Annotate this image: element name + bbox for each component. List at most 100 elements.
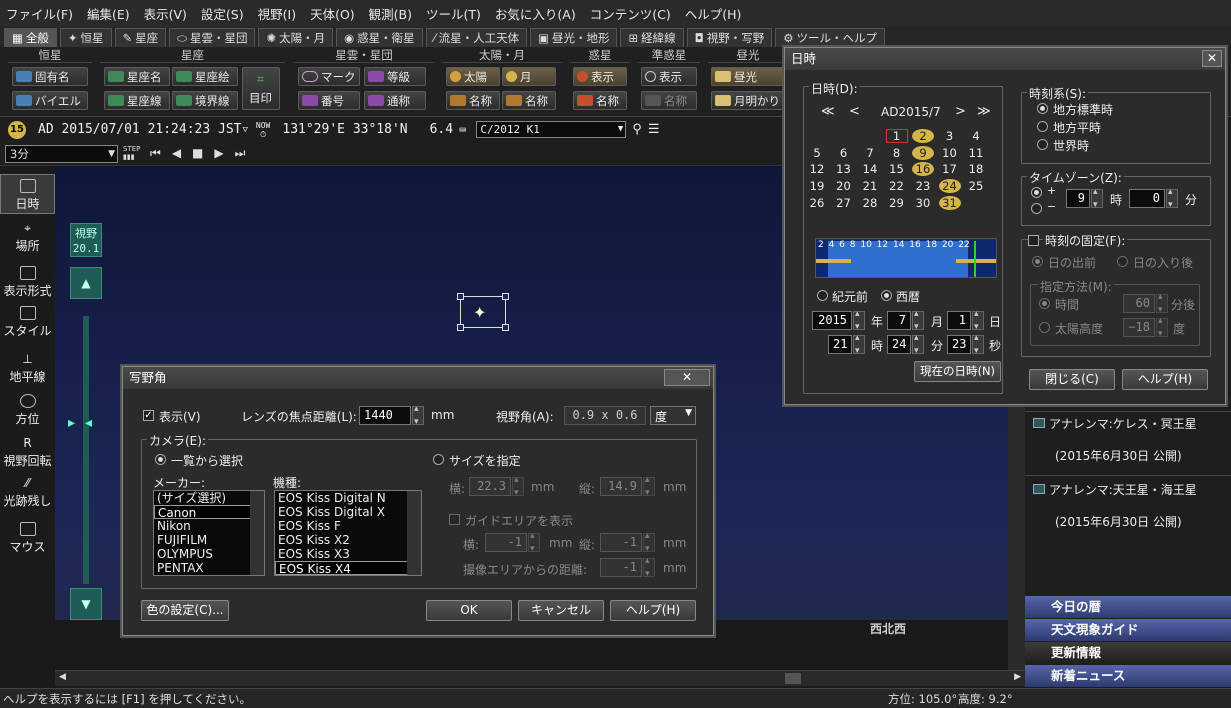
- scroll-left-icon[interactable]: ◀: [59, 672, 66, 682]
- sunset-radio[interactable]: [1117, 256, 1128, 267]
- method-altitude-input[interactable]: −18: [1123, 318, 1155, 337]
- time-step-select[interactable]: 3分 ▼: [5, 145, 118, 163]
- list-item[interactable]: PENTAX: [154, 561, 264, 575]
- sidebar-field-rotation[interactable]: R 視野回転: [0, 436, 55, 472]
- prev-year-button[interactable]: ≪: [821, 104, 835, 119]
- calendar-day[interactable]: 7: [859, 146, 881, 160]
- moon-name-button[interactable]: 名称: [502, 91, 556, 110]
- day-input[interactable]: 1: [947, 311, 971, 330]
- method-time-radio[interactable]: [1039, 298, 1050, 309]
- calendar-day[interactable]: 24: [938, 179, 961, 194]
- calendar-day[interactable]: 28: [859, 196, 881, 210]
- fov-frame[interactable]: ✦: [457, 293, 509, 331]
- menu-file[interactable]: ファイル(F): [6, 4, 73, 23]
- menu-help[interactable]: ヘルプ(H): [685, 4, 742, 23]
- utc-radio[interactable]: [1037, 139, 1048, 150]
- calendar-day[interactable]: 20: [833, 179, 855, 193]
- method-time-spinner[interactable]: [1156, 292, 1168, 315]
- calendar-day[interactable]: 25: [965, 179, 987, 193]
- method-time-input[interactable]: 60: [1123, 294, 1155, 313]
- second-spinner[interactable]: [972, 333, 984, 356]
- sidebar-display-format[interactable]: 表示形式: [0, 266, 55, 302]
- calendar-day[interactable]: 15: [886, 162, 908, 176]
- year-spinner[interactable]: [853, 309, 865, 332]
- calendar-day[interactable]: 1: [885, 129, 908, 143]
- minute-input[interactable]: 24: [887, 335, 911, 354]
- method-altitude-spinner[interactable]: [1156, 316, 1168, 339]
- calendar-day[interactable]: 29: [886, 196, 908, 210]
- calendar-day[interactable]: 23: [912, 179, 934, 193]
- height-input[interactable]: 14.9: [600, 477, 642, 496]
- calendar-day[interactable]: 11: [965, 146, 987, 160]
- fov-unit-select[interactable]: 度 ▼: [650, 406, 696, 425]
- zoom-slider-handle[interactable]: ▸◂: [68, 416, 104, 432]
- tab-news[interactable]: 新着ニュース: [1025, 665, 1231, 687]
- tab-grid[interactable]: ⊞ 経緯線: [620, 28, 684, 47]
- datetime-display[interactable]: AD 2015/07/01 21:24:23 JST: [38, 122, 242, 137]
- day-spinner[interactable]: [972, 309, 984, 332]
- color-settings-button[interactable]: 色の設定(C)...: [141, 600, 229, 621]
- calendar-day[interactable]: 4: [965, 129, 987, 143]
- calendar-day[interactable]: 10: [939, 146, 961, 160]
- tz-minute-spinner[interactable]: [1166, 187, 1178, 210]
- cancel-button[interactable]: キャンセル: [518, 600, 604, 621]
- menu-edit[interactable]: 編集(E): [87, 4, 130, 23]
- hour-bar[interactable]: 2 4 6 8 10 12 14 16 18 20 22: [815, 238, 997, 278]
- list-item[interactable]: EOS Kiss F: [275, 519, 421, 533]
- tab-sun-moon[interactable]: ✺ 太陽・月: [258, 28, 334, 47]
- height-spinner[interactable]: [643, 475, 655, 498]
- horizontal-scrollbar[interactable]: ◀ ▶: [55, 670, 1025, 686]
- second-input[interactable]: 23: [947, 335, 971, 354]
- guide-width-input[interactable]: -1: [485, 533, 527, 552]
- step-back-icon[interactable]: ◀: [172, 146, 192, 160]
- sidebar-mouse[interactable]: マウス: [0, 522, 55, 558]
- step-button[interactable]: STEP ▮▮▮: [123, 145, 140, 161]
- calendar-day[interactable]: 5: [806, 146, 828, 160]
- vertical-scrollbar[interactable]: [1008, 395, 1025, 670]
- landmark-button[interactable]: ⌗ 目印: [242, 67, 280, 110]
- sun-name-button[interactable]: 名称: [446, 91, 500, 110]
- focal-length-spinner[interactable]: [412, 404, 424, 427]
- tz-minute-input[interactable]: 0: [1129, 189, 1165, 208]
- from-list-radio[interactable]: [155, 454, 166, 465]
- minute-spinner[interactable]: [912, 333, 924, 356]
- constellation-art-button[interactable]: 星座絵: [172, 67, 238, 86]
- month-input[interactable]: 7: [887, 311, 911, 330]
- tab-meteors[interactable]: ⁄ 流星・人工天体: [425, 28, 528, 47]
- list-item[interactable]: EOS Kiss Digital N: [275, 491, 421, 505]
- close-icon[interactable]: ✕: [664, 369, 710, 386]
- sunrise-radio[interactable]: [1032, 256, 1043, 267]
- guide-area-checkbox[interactable]: [449, 514, 460, 525]
- width-spinner[interactable]: [512, 475, 524, 498]
- close-icon[interactable]: ✕: [1202, 50, 1222, 67]
- zoom-in-button[interactable]: ▲: [70, 267, 102, 299]
- sidebar-style[interactable]: スタイル: [0, 306, 55, 342]
- tab-nebula[interactable]: ⬭ 星雲・星団: [169, 28, 256, 47]
- sun-button[interactable]: 太陽: [446, 67, 500, 86]
- stop-icon[interactable]: ■: [192, 146, 214, 160]
- tab-fov[interactable]: ◘ 視野・写野: [686, 28, 773, 47]
- ok-button[interactable]: OK: [426, 600, 512, 621]
- boundary-lines-button[interactable]: 境界線: [172, 91, 238, 110]
- local-mean-radio[interactable]: [1037, 121, 1048, 132]
- planet-name-button[interactable]: 名称: [573, 91, 627, 110]
- calendar-day[interactable]: 6: [833, 146, 855, 160]
- list-item[interactable]: OLYMPUS: [154, 547, 264, 561]
- nebula-common-name-button[interactable]: 通称: [364, 91, 426, 110]
- calendar-day[interactable]: 12: [806, 162, 828, 176]
- list-item[interactable]: アナレンマ:ケレス・冥王星: [1025, 411, 1231, 447]
- daylight-button[interactable]: 昼光: [711, 67, 785, 86]
- calendar-day[interactable]: 27: [833, 196, 855, 210]
- sidebar-direction[interactable]: 方位: [0, 394, 55, 430]
- time-marker[interactable]: [974, 241, 976, 277]
- fix-time-checkbox[interactable]: [1028, 235, 1039, 246]
- hour-spinner[interactable]: [853, 333, 865, 356]
- dropdown-icon[interactable]: ▽: [243, 125, 248, 135]
- menu-observe[interactable]: 観測(B): [369, 4, 412, 23]
- tz-minus-radio[interactable]: [1031, 203, 1042, 214]
- method-altitude-radio[interactable]: [1039, 322, 1050, 333]
- model-scrollbar[interactable]: [407, 491, 421, 575]
- zoom-slider-track[interactable]: [83, 316, 89, 584]
- calendar-day[interactable]: 2: [912, 129, 934, 143]
- tab-planets[interactable]: ◉ 惑星・衛星: [336, 28, 423, 47]
